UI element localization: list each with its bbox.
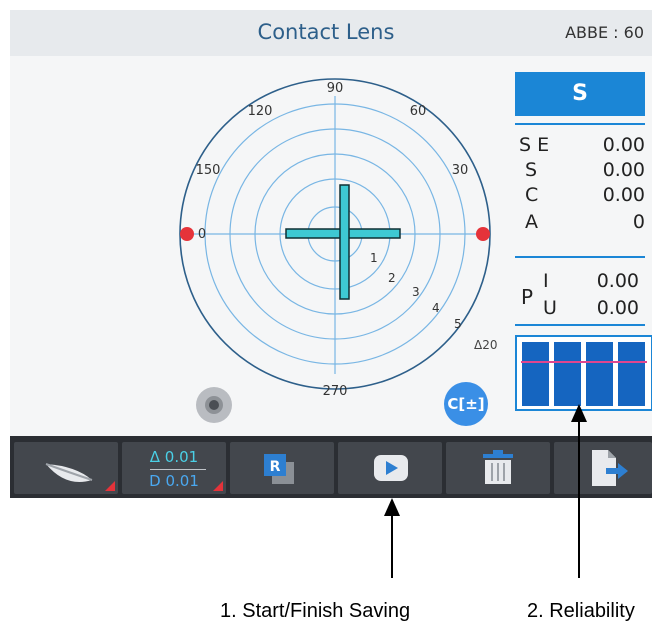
separator-mid bbox=[515, 256, 645, 258]
reliability-bar bbox=[522, 342, 549, 406]
angle-120: 120 bbox=[248, 104, 273, 119]
record-icon: R bbox=[264, 454, 294, 484]
a-value: 0 bbox=[632, 211, 645, 233]
lens-type-button[interactable] bbox=[14, 442, 118, 494]
ring-label-5: 5 bbox=[454, 317, 462, 331]
row-se: S E 0.00 bbox=[519, 134, 645, 158]
left-marker-dot bbox=[180, 227, 194, 241]
se-value: 0.00 bbox=[602, 134, 645, 156]
right-marker-dot bbox=[476, 227, 490, 241]
reliability-bar bbox=[554, 342, 581, 406]
prism-in-value: 0.00 bbox=[596, 270, 639, 292]
angle-0: 0 bbox=[198, 227, 206, 242]
sphere-mode-header[interactable]: S bbox=[515, 72, 645, 116]
angle-60: 60 bbox=[410, 104, 427, 119]
ring-label-4: 4 bbox=[432, 301, 440, 315]
separator-bottom bbox=[515, 324, 645, 326]
callout-line-start-finish bbox=[391, 514, 393, 578]
caption-reliability: 2. Reliability bbox=[527, 600, 635, 622]
polar-target: 90 60 30 150 120 0 1 2 3 4 5 Δ20 270 bbox=[179, 78, 497, 399]
mode-title: Contact Lens bbox=[257, 20, 395, 44]
callout-line-reliability bbox=[578, 420, 580, 578]
reliability-bar bbox=[618, 342, 645, 406]
c-label: C bbox=[525, 184, 539, 206]
cylinder-sign-button[interactable]: C[±] bbox=[444, 382, 488, 426]
se-label: S E bbox=[519, 134, 550, 156]
record-button[interactable]: R bbox=[230, 442, 334, 494]
start-finish-saving-button[interactable] bbox=[338, 442, 442, 494]
callout-arrow-reliability bbox=[571, 404, 587, 422]
export-button[interactable] bbox=[554, 442, 652, 494]
title-bar: Contact Lens ABBE : 60 bbox=[10, 10, 652, 56]
contact-lens-icon bbox=[45, 463, 93, 482]
ring-label-2: 2 bbox=[388, 271, 396, 285]
submenu-indicator bbox=[105, 481, 115, 491]
diopter-step: D 0.01 bbox=[149, 472, 199, 490]
step-divider bbox=[150, 469, 206, 470]
trash-icon bbox=[483, 450, 513, 484]
abbe-value: ABBE : 60 bbox=[565, 23, 644, 42]
step-button[interactable]: Δ 0.01 D 0.01 bbox=[122, 442, 226, 494]
caption-start-finish: 1. Start/Finish Saving bbox=[220, 600, 411, 622]
separator-top bbox=[515, 123, 645, 125]
prism-step: Δ 0.01 bbox=[149, 448, 199, 466]
svg-text:R: R bbox=[270, 459, 281, 475]
reliability-bar bbox=[586, 342, 613, 406]
play-icon bbox=[374, 455, 408, 481]
cross-vertical bbox=[339, 184, 350, 300]
s-label: S bbox=[525, 159, 538, 181]
reliability-indicator bbox=[515, 335, 652, 411]
prism-up-value: 0.00 bbox=[596, 297, 639, 319]
callout-arrow-start-finish bbox=[384, 498, 400, 516]
delta-label: Δ20 bbox=[474, 338, 497, 352]
row-c: C 0.00 bbox=[519, 184, 645, 208]
submenu-indicator bbox=[213, 481, 223, 491]
reliability-threshold-line bbox=[521, 361, 647, 363]
a-label: A bbox=[525, 211, 538, 233]
row-a: A 0 bbox=[519, 211, 645, 235]
c-value: 0.00 bbox=[602, 184, 645, 206]
prism-up-label: U bbox=[543, 297, 557, 319]
prism-label: P bbox=[521, 285, 534, 309]
lens-view-button[interactable] bbox=[196, 387, 232, 423]
angle-150: 150 bbox=[196, 163, 221, 178]
angle-90: 90 bbox=[327, 81, 344, 96]
row-s: S 0.00 bbox=[519, 159, 645, 183]
s-value: 0.00 bbox=[602, 159, 645, 181]
bottom-toolbar: Δ 0.01 D 0.01 R bbox=[10, 436, 652, 498]
angle-30: 30 bbox=[452, 163, 469, 178]
prism-in-label: I bbox=[543, 270, 549, 292]
lens-view-center bbox=[209, 400, 219, 410]
device-screen: Contact Lens ABBE : 60 90 60 30 150 120 … bbox=[10, 10, 652, 498]
ring-label-1: 1 bbox=[370, 251, 378, 265]
export-file-icon bbox=[592, 450, 628, 486]
ring-label-3: 3 bbox=[412, 285, 420, 299]
angle-270: 270 bbox=[323, 384, 348, 399]
delete-button[interactable] bbox=[446, 442, 550, 494]
